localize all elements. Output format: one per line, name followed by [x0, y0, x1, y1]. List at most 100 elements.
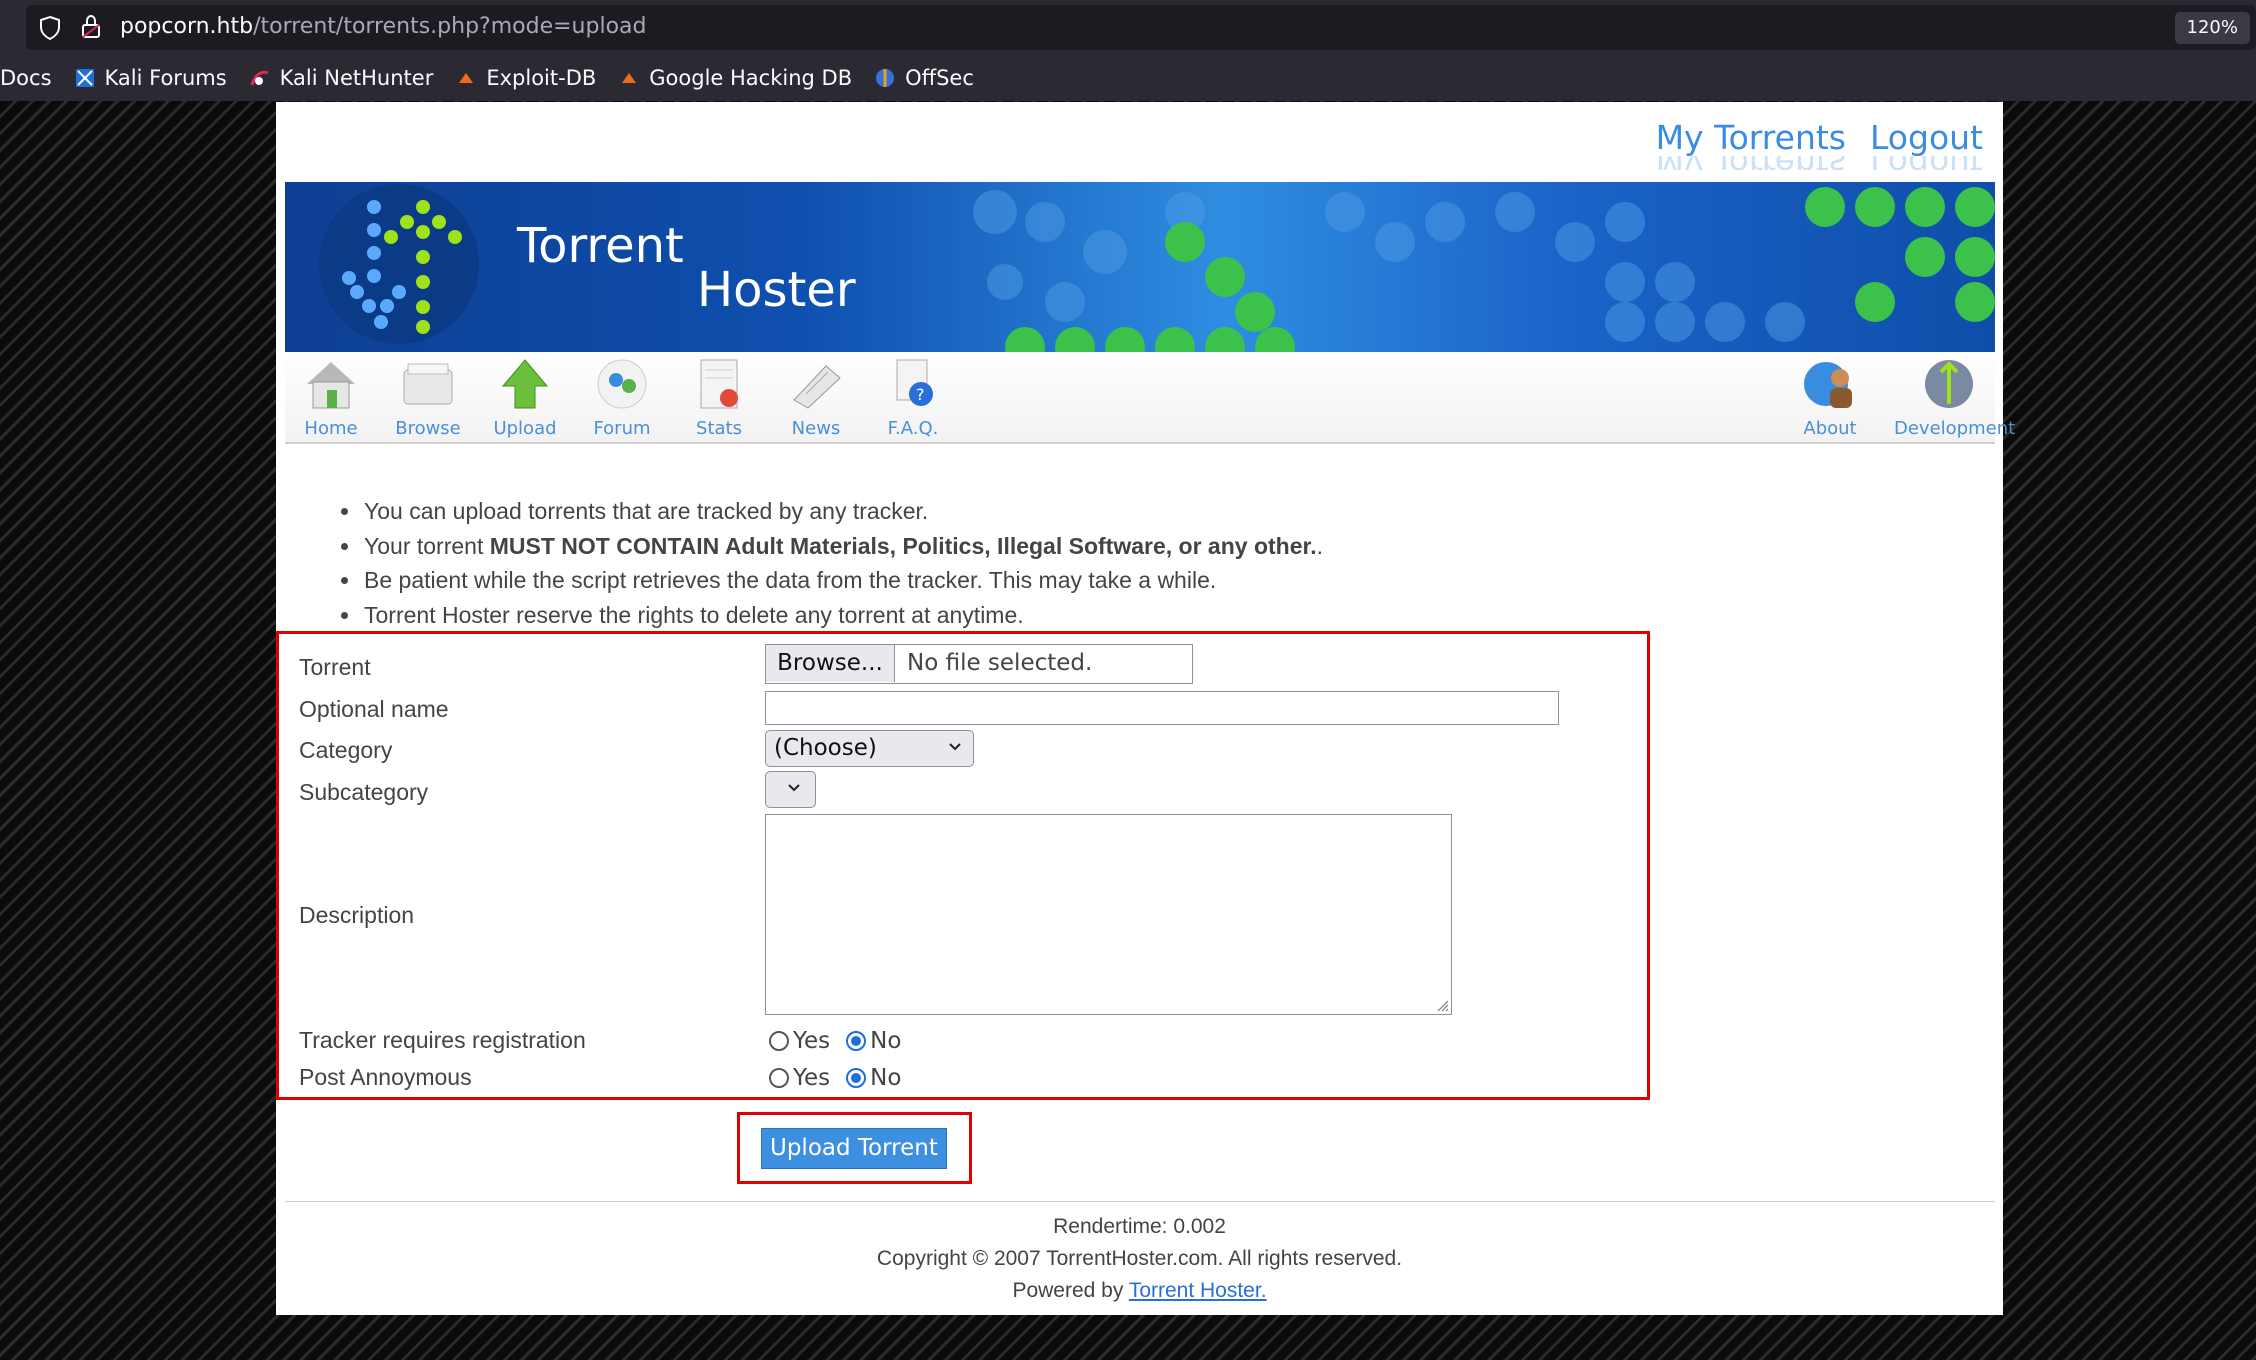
nav-about[interactable]: About	[1785, 356, 1875, 439]
upload-form-highlight: Torrent Browse... No file selected. Opti…	[276, 631, 1650, 1100]
rule-item: You can upload torrents that are tracked…	[362, 494, 1323, 529]
zoom-level[interactable]: 120%	[2174, 12, 2250, 44]
bookmark-docs[interactable]: Docs	[0, 66, 52, 90]
nav-label: Development	[1894, 418, 2016, 439]
radio-label: Yes	[793, 1065, 831, 1091]
nav-upload[interactable]: Upload	[480, 356, 570, 439]
forum-icon	[597, 359, 647, 409]
bookmark-offsec[interactable]: OffSec	[874, 66, 974, 90]
nav-browse[interactable]: Browse	[383, 356, 473, 439]
browser-chrome: popcorn.htb/torrent/torrents.php?mode=up…	[0, 0, 2256, 101]
url-text[interactable]: popcorn.htb/torrent/torrents.php?mode=up…	[120, 12, 646, 42]
bookmark-label: Kali Forums	[104, 66, 227, 90]
optional-name-input[interactable]	[765, 691, 1559, 725]
powered-by: Powered by Torrent Hoster.	[276, 1279, 2003, 1303]
copyright: Copyright © 2007 TorrentHoster.com. All …	[876, 1247, 1403, 1270]
radio-label: No	[870, 1028, 902, 1054]
url-host: popcorn.htb	[120, 14, 254, 39]
address-bar[interactable]: popcorn.htb/torrent/torrents.php?mode=up…	[26, 5, 2256, 50]
home-icon	[307, 362, 355, 409]
stats-icon	[700, 359, 738, 409]
logout-link[interactable]: LogoutLogout	[1870, 118, 1983, 170]
nav-home[interactable]: Home	[286, 356, 376, 439]
upload-torrent-button[interactable]: Upload Torrent	[761, 1128, 947, 1169]
post-anonymous-label: Post Annoymous	[299, 1064, 472, 1090]
upload-rules-list: You can upload torrents that are tracked…	[342, 494, 1323, 632]
bookmarks-toolbar: Docs Kali Forums Kali NetHunter Exploit-…	[0, 60, 996, 96]
footer-divider	[285, 1201, 1995, 1202]
nav-label: About	[1803, 418, 1857, 439]
description-label: Description	[299, 902, 415, 928]
powered-by-text: Powered by	[1012, 1279, 1129, 1302]
bookmark-google-hacking-db[interactable]: Google Hacking DB	[618, 66, 852, 90]
rule-text: .	[1316, 532, 1323, 559]
category-label: Category	[299, 737, 393, 763]
resize-grip-icon[interactable]	[1435, 998, 1449, 1012]
browse-icon	[403, 363, 453, 405]
nav-label: News	[791, 418, 841, 439]
news-icon	[793, 365, 841, 409]
radio-label: Yes	[793, 1028, 831, 1054]
optional-name-label: Optional name	[299, 696, 449, 722]
rule-text: You can upload torrents that are tracked…	[364, 498, 929, 524]
tracker-registration-radios: Yes No	[769, 1028, 917, 1054]
submit-highlight: Upload Torrent	[737, 1112, 972, 1184]
user-links: My TorrentsMy Torrents LogoutLogout	[1655, 118, 1983, 170]
bookmark-exploit-db[interactable]: Exploit-DB	[455, 66, 596, 90]
nav-label: Stats	[696, 418, 742, 439]
shield-icon[interactable]	[38, 15, 62, 41]
bookmark-kali-forums[interactable]: Kali Forums	[74, 66, 227, 90]
rule-item: Torrent Hoster reserve the rights to del…	[362, 598, 1323, 633]
torrent-label: Torrent	[299, 654, 371, 680]
chevron-down-icon	[949, 743, 961, 751]
web-page: My TorrentsMy Torrents LogoutLogout	[276, 102, 2015, 1315]
rule-text-bold: MUST NOT CONTAIN Adult Materials, Politi…	[489, 532, 1317, 559]
nav-news[interactable]: News	[771, 356, 861, 439]
site-logo-icon	[319, 184, 479, 344]
bookmark-label: Docs	[0, 66, 52, 90]
upload-arrow-icon	[501, 359, 549, 409]
bookmark-kali-nethunter[interactable]: Kali NetHunter	[249, 66, 434, 90]
post-anonymous-radios: Yes No	[769, 1065, 917, 1091]
nav-label: Forum	[593, 418, 651, 439]
rule-text: Torrent Hoster reserve the rights to del…	[364, 601, 1024, 628]
bookmark-label: Kali NetHunter	[279, 66, 434, 90]
banner-title-line2: Hoster	[697, 262, 856, 318]
chevron-down-icon	[788, 784, 800, 792]
nav-forum[interactable]: Forum	[577, 356, 667, 439]
exploit-db-icon	[459, 73, 474, 83]
category-select[interactable]: (Choose)	[765, 730, 974, 767]
lock-warning-icon[interactable]	[80, 14, 102, 40]
kali-forums-icon	[75, 69, 94, 87]
svg-text:?: ?	[916, 385, 925, 404]
logout-label: Logout	[1870, 118, 1983, 157]
rule-item: Be patient while the script retrieves th…	[362, 563, 1323, 598]
offsec-icon	[876, 69, 895, 87]
faq-icon: ?	[896, 359, 933, 406]
description-textarea[interactable]	[765, 814, 1452, 1015]
category-selected: (Choose)	[774, 735, 877, 761]
subcategory-label: Subcategory	[299, 779, 429, 805]
tracker-registration-no-radio[interactable]	[846, 1031, 867, 1051]
my-torrents-link[interactable]: My TorrentsMy Torrents	[1655, 118, 1846, 170]
rule-text: Be patient while the script retrieves th…	[364, 567, 1217, 593]
post-anonymous-yes-radio[interactable]	[769, 1068, 789, 1088]
nav-development[interactable]: Development	[1894, 356, 2016, 439]
site-banner: Torrent Hoster	[285, 182, 1995, 352]
render-time: Rendertime: 0.002	[1053, 1215, 1226, 1238]
browse-button[interactable]: Browse...	[766, 645, 895, 682]
post-anonymous-no-radio[interactable]	[846, 1068, 867, 1088]
torrent-file-input[interactable]: Browse... No file selected.	[765, 644, 1193, 684]
url-path: /torrent/torrents.php?mode=upload	[253, 14, 647, 39]
subcategory-select[interactable]	[765, 771, 816, 808]
nav-stats[interactable]: Stats	[674, 356, 764, 439]
nav-label: Home	[304, 418, 358, 439]
nav-faq[interactable]: ? F.A.Q.	[868, 356, 958, 439]
torrent-hoster-link[interactable]: Torrent Hoster.	[1129, 1279, 1267, 1302]
tracker-registration-yes-radio[interactable]	[769, 1031, 789, 1051]
main-nav: Home Browse Upload Forum Stats News ? F.…	[285, 352, 2015, 444]
my-torrents-label: My Torrents	[1655, 118, 1846, 157]
kali-nethunter-icon	[250, 70, 269, 86]
banner-title-line1: Torrent	[517, 218, 684, 274]
my-torrents-reflection: My Torrents	[1656, 156, 1846, 170]
